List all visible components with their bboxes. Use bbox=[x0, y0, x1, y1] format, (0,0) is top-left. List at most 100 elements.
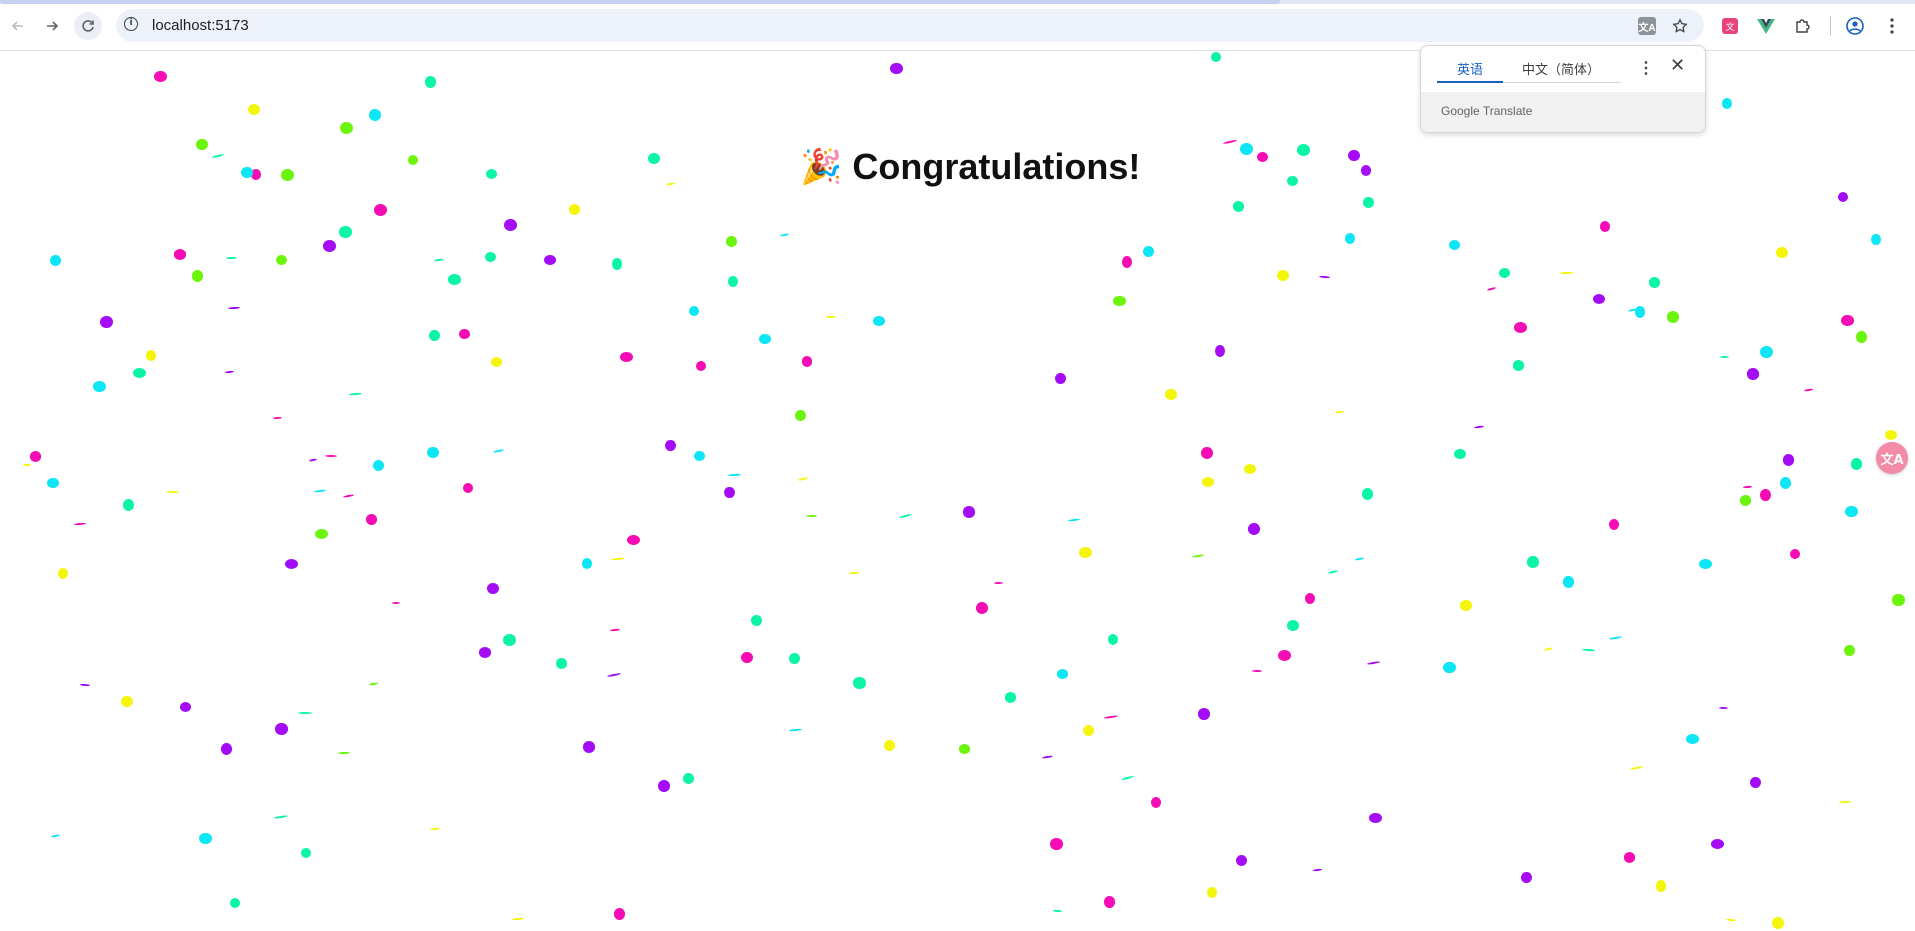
confetti-piece bbox=[121, 695, 133, 707]
confetti-piece bbox=[391, 601, 400, 605]
confetti-piece bbox=[313, 489, 326, 493]
confetti-piece bbox=[308, 457, 318, 462]
confetti-piece bbox=[212, 153, 225, 159]
confetti-piece bbox=[1473, 425, 1484, 429]
confetti-piece bbox=[789, 652, 801, 664]
vue-devtools-icon[interactable] bbox=[1756, 16, 1776, 36]
back-button[interactable] bbox=[4, 12, 32, 40]
confetti-piece bbox=[1789, 548, 1801, 560]
confetti-piece bbox=[165, 490, 179, 494]
confetti-piece bbox=[196, 138, 208, 151]
confetti-piece bbox=[568, 204, 580, 215]
confetti-piece bbox=[492, 449, 505, 454]
confetti-piece bbox=[145, 350, 157, 362]
side-translate-button[interactable]: 文A bbox=[1876, 442, 1908, 474]
confetti-piece bbox=[1104, 714, 1119, 719]
confetti-piece bbox=[1223, 139, 1238, 145]
confetti-piece bbox=[1328, 569, 1339, 574]
confetti-piece bbox=[695, 360, 706, 371]
confetti-piece bbox=[49, 255, 61, 266]
confetti-piece bbox=[426, 446, 440, 459]
confetti-piece bbox=[610, 628, 621, 632]
translate-tab-target[interactable]: 中文（简体） bbox=[1522, 59, 1600, 78]
confetti-piece bbox=[1448, 239, 1461, 251]
confetti-piece bbox=[1053, 909, 1063, 913]
address-bar[interactable]: i localhost:5173 文A bbox=[116, 9, 1704, 42]
confetti-piece bbox=[794, 410, 806, 421]
translate-icon[interactable]: 文A bbox=[1638, 17, 1656, 35]
confetti-piece bbox=[322, 240, 336, 253]
confetti-piece bbox=[626, 534, 640, 545]
confetti-piece bbox=[478, 647, 492, 658]
confetti-piece bbox=[963, 506, 976, 518]
forward-button[interactable] bbox=[38, 12, 66, 40]
confetti-piece bbox=[447, 274, 461, 285]
confetti-piece bbox=[1892, 594, 1905, 606]
confetti-piece bbox=[1150, 796, 1161, 808]
confetti-piece bbox=[873, 315, 885, 327]
confetti-piece bbox=[1287, 620, 1300, 632]
page-title: 🎉 Congratulations! bbox=[800, 146, 1140, 188]
confetti-piece bbox=[665, 182, 676, 187]
confetti-piece bbox=[789, 727, 803, 732]
confetti-piece bbox=[1666, 311, 1680, 323]
confetti-piece bbox=[1739, 495, 1751, 506]
confetti-piece bbox=[1366, 661, 1380, 666]
confetti-piece bbox=[1201, 476, 1215, 488]
confetti-piece bbox=[1277, 269, 1290, 281]
confetti-piece bbox=[1608, 518, 1619, 530]
confetti-piece bbox=[544, 255, 556, 266]
toolbar-separator bbox=[1830, 16, 1831, 36]
confetti-piece bbox=[429, 329, 441, 342]
confetti-piece bbox=[373, 460, 384, 471]
translate-tab-source[interactable]: 英语 bbox=[1457, 59, 1483, 78]
confetti-piece bbox=[728, 276, 739, 288]
confetti-piece bbox=[728, 473, 741, 477]
confetti-piece bbox=[1335, 410, 1345, 415]
more-options-icon[interactable]: ⋮ bbox=[1638, 58, 1654, 78]
confetti-piece bbox=[1487, 286, 1496, 292]
puzzle-icon[interactable] bbox=[1792, 16, 1812, 36]
confetti-piece bbox=[1725, 918, 1736, 922]
address-url[interactable]: localhost:5173 bbox=[152, 17, 249, 34]
profile-icon[interactable] bbox=[1845, 16, 1865, 36]
confetti-piece bbox=[1718, 706, 1729, 709]
confetti-piece bbox=[92, 381, 106, 393]
confetti-piece bbox=[407, 154, 419, 166]
translate-extension-icon[interactable]: 文 bbox=[1720, 16, 1740, 36]
confetti-piece bbox=[1527, 556, 1539, 568]
confetti-piece bbox=[958, 744, 971, 755]
confetti-piece bbox=[1711, 838, 1725, 850]
confetti-piece bbox=[229, 897, 241, 909]
confetti-piece bbox=[274, 814, 289, 820]
confetti-piece bbox=[1581, 648, 1595, 652]
confetti-piece bbox=[1803, 388, 1813, 392]
confetti-piece bbox=[759, 333, 771, 345]
confetti-piece bbox=[23, 463, 32, 466]
kebab-menu-icon[interactable] bbox=[1882, 16, 1902, 36]
confetti-piece bbox=[610, 556, 625, 561]
confetti-piece bbox=[1056, 669, 1069, 680]
confetti-piece bbox=[339, 122, 353, 135]
confetti-piece bbox=[1559, 271, 1573, 274]
browser-toolbar: i localhost:5173 文A 文 bbox=[0, 0, 1915, 51]
confetti-piece bbox=[1782, 454, 1795, 466]
close-icon[interactable]: ✕ bbox=[1670, 55, 1685, 76]
confetti-piece bbox=[688, 305, 699, 316]
confetti-piece bbox=[247, 104, 261, 115]
confetti-piece bbox=[1122, 256, 1133, 269]
confetti-piece bbox=[424, 76, 437, 88]
party-popper-icon: 🎉 bbox=[800, 147, 843, 187]
star-icon[interactable] bbox=[1671, 17, 1689, 35]
confetti-piece bbox=[57, 567, 69, 580]
info-icon[interactable]: i bbox=[124, 17, 138, 31]
confetti-piece bbox=[1200, 447, 1213, 460]
confetti-piece bbox=[1050, 838, 1063, 850]
confetti-piece bbox=[1655, 880, 1667, 892]
confetti-piece bbox=[1609, 635, 1623, 641]
confetti-piece bbox=[1165, 389, 1178, 400]
confetti-piece bbox=[1344, 233, 1355, 244]
reload-button[interactable] bbox=[74, 12, 102, 40]
confetti-piece bbox=[805, 514, 817, 517]
confetti-piece bbox=[1838, 800, 1852, 804]
